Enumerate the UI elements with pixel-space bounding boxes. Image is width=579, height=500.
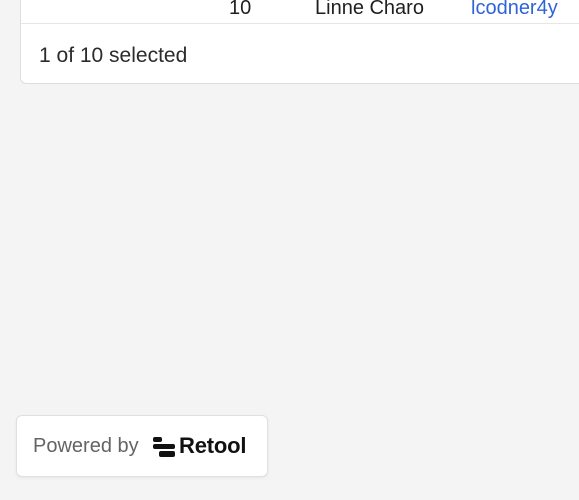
table-row[interactable]: 10 Linne Charo lcodner4y [21,0,579,24]
selection-status: 1 of 10 selected [39,44,188,67]
row-id-cell: 10 [229,0,252,19]
retool-logo-icon [153,437,175,457]
powered-by-retool-badge[interactable]: Powered by Retool [16,415,268,477]
row-email-link[interactable]: lcodner4y [471,0,558,18]
row-name-cell: Linne Charo [315,0,424,19]
retool-wordmark: Retool [179,433,247,458]
data-table: 10 Linne Charo lcodner4y 1 of 10 selecte… [20,0,579,84]
powered-by-label: Powered by [33,435,139,457]
